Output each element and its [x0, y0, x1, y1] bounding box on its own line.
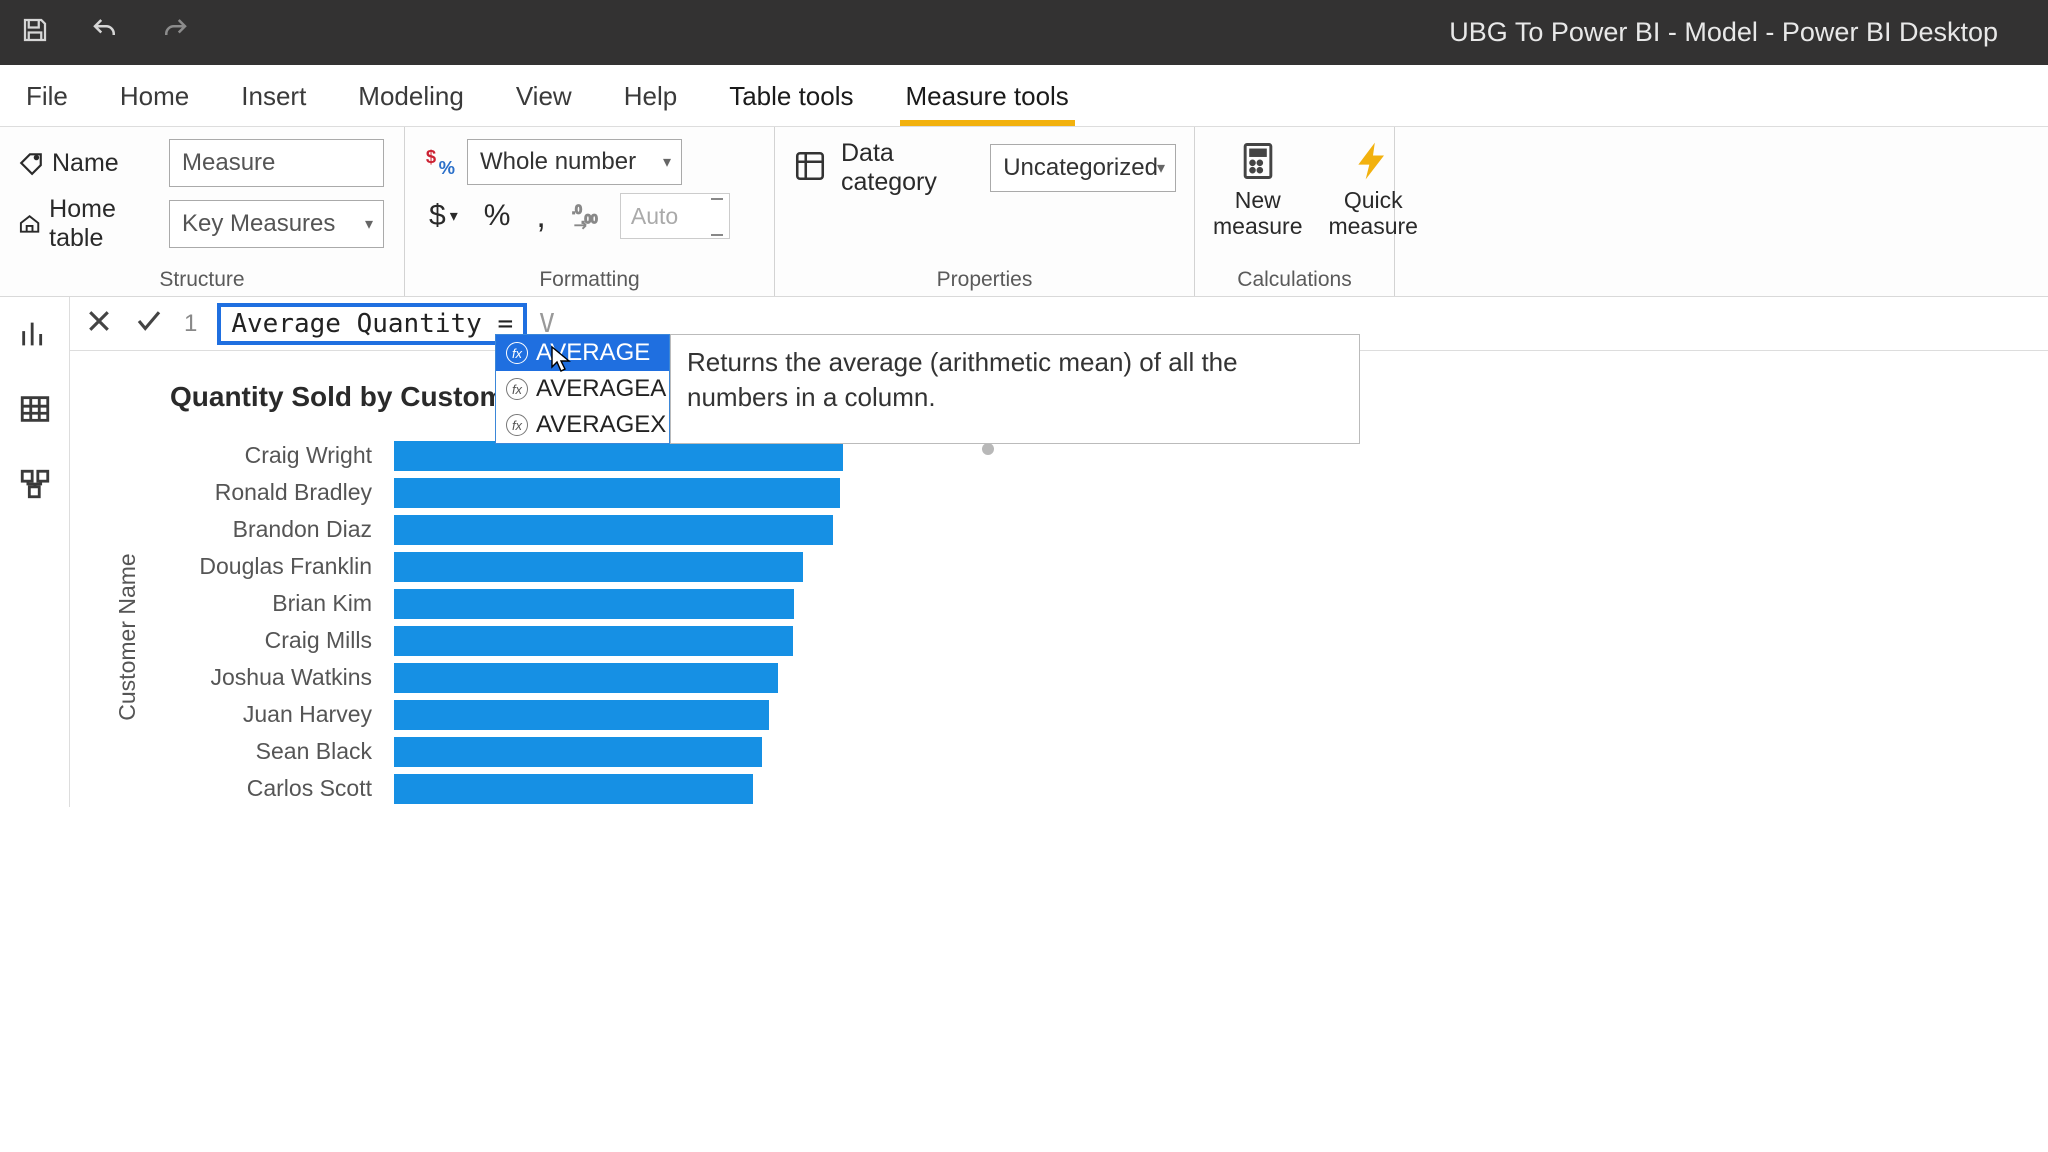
data-category-label: Data category — [841, 139, 976, 197]
data-view-icon[interactable] — [18, 392, 52, 431]
function-tooltip: Returns the average (arithmetic mean) of… — [670, 334, 1360, 444]
quick-measure-button[interactable]: Quick measure — [1328, 139, 1417, 240]
bar-label: Juan Harvey — [170, 701, 380, 728]
name-label: Name — [18, 149, 163, 178]
decimals-input[interactable]: Auto — [620, 193, 730, 239]
undo-icon[interactable] — [90, 15, 120, 50]
formatting-group-label: Formatting — [423, 262, 756, 292]
function-item-averagea[interactable]: fxAVERAGEA — [496, 371, 669, 407]
commit-formula-button[interactable] — [134, 306, 164, 341]
function-list: fxAVERAGE fxAVERAGEA fxAVERAGEX — [495, 334, 670, 444]
function-item-average[interactable]: fxAVERAGE — [496, 335, 669, 371]
ribbon-body: Name Measure Home table Key Measures Str… — [0, 127, 2048, 297]
bar — [394, 515, 833, 545]
bar-label: Brian Kim — [170, 590, 380, 617]
bar-row: Brandon Diaz — [170, 511, 930, 548]
cancel-formula-button[interactable] — [84, 306, 114, 341]
bar-label: Joshua Watkins — [170, 664, 380, 691]
model-view-icon[interactable] — [18, 467, 52, 506]
bar — [394, 589, 794, 619]
properties-group-label: Properties — [793, 262, 1176, 292]
bar — [394, 552, 803, 582]
decimals-button[interactable]: .0.00 — [566, 200, 606, 232]
tab-file[interactable]: File — [20, 73, 74, 126]
home-table-label: Home table — [18, 195, 163, 253]
bar-label: Craig Wright — [170, 442, 380, 469]
tab-measure-tools[interactable]: Measure tools — [900, 73, 1075, 126]
calculations-group-label: Calculations — [1213, 262, 1376, 292]
structure-group-label: Structure — [18, 262, 386, 292]
tab-modeling[interactable]: Modeling — [352, 73, 470, 126]
line-number: 1 — [184, 310, 197, 338]
app-title: UBG To Power BI - Model - Power BI Deskt… — [1449, 17, 2028, 48]
intellisense-popup: fxAVERAGE fxAVERAGEA fxAVERAGEX Returns … — [495, 334, 1360, 444]
comma-button[interactable]: , — [530, 195, 551, 238]
bar-row: Craig Mills — [170, 622, 930, 659]
bar-row: Carlos Scott — [170, 770, 930, 807]
new-measure-button[interactable]: New measure — [1213, 139, 1302, 240]
tab-view[interactable]: View — [510, 73, 578, 126]
bar-row: Joshua Watkins — [170, 659, 930, 696]
tab-table-tools[interactable]: Table tools — [723, 73, 859, 126]
ribbon-tabs: File Home Insert Modeling View Help Tabl… — [0, 65, 2048, 127]
save-icon[interactable] — [20, 15, 50, 50]
report-view-icon[interactable] — [18, 317, 52, 356]
bar-row: Juan Harvey — [170, 696, 930, 733]
bar-label: Douglas Franklin — [170, 553, 380, 580]
function-item-averagex[interactable]: fxAVERAGEX — [496, 407, 669, 443]
tab-help[interactable]: Help — [618, 73, 683, 126]
chart-y-axis-label: Customer Name — [114, 553, 141, 720]
tab-home[interactable]: Home — [114, 73, 195, 126]
formula-input[interactable]: Average Quantity = — [217, 303, 527, 345]
bar — [394, 626, 793, 656]
redo-icon[interactable] — [160, 15, 190, 50]
tab-insert[interactable]: Insert — [235, 73, 312, 126]
name-input[interactable]: Measure — [169, 139, 384, 187]
format-icon: $% — [423, 143, 457, 182]
currency-button[interactable]: $ ▾ — [423, 197, 464, 235]
home-table-select[interactable]: Key Measures — [169, 200, 384, 248]
chart-scrollbar-thumb[interactable] — [982, 443, 994, 455]
bar-chart: Customer Name Craig WrightRonald Bradley… — [170, 437, 930, 807]
svg-text:$: $ — [426, 145, 436, 166]
titlebar: UBG To Power BI - Model - Power BI Deskt… — [0, 0, 2048, 65]
bar — [394, 663, 778, 693]
bar-row: Brian Kim — [170, 585, 930, 622]
mouse-cursor-icon — [550, 345, 574, 375]
bar — [394, 774, 753, 804]
data-category-select[interactable]: Uncategorized — [990, 144, 1176, 192]
bar — [394, 737, 762, 767]
data-category-icon — [793, 149, 827, 188]
format-select[interactable]: Whole number — [467, 139, 682, 185]
bar — [394, 441, 843, 471]
bar-row: Sean Black — [170, 733, 930, 770]
bar-row: Ronald Bradley — [170, 474, 930, 511]
bar-label: Sean Black — [170, 738, 380, 765]
view-rail — [0, 297, 70, 807]
bar-label: Carlos Scott — [170, 775, 380, 802]
bar — [394, 700, 769, 730]
bar-label: Brandon Diaz — [170, 516, 380, 543]
svg-text:%: % — [439, 157, 455, 177]
bar-label: Craig Mills — [170, 627, 380, 654]
bar-label: Ronald Bradley — [170, 479, 380, 506]
bar-row: Douglas Franklin — [170, 548, 930, 585]
percent-button[interactable]: % — [478, 197, 517, 235]
bar — [394, 478, 840, 508]
